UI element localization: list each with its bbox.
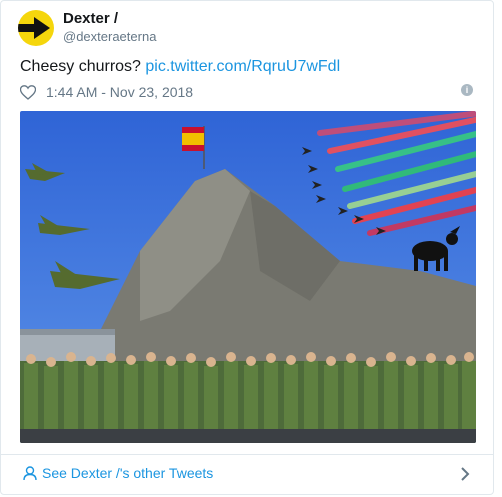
tweet-meta: 1:44 AM - Nov 23, 2018: [20, 83, 193, 101]
see-other-tweets-link[interactable]: See Dexter /'s other Tweets: [23, 465, 213, 481]
info-icon[interactable]: i: [461, 84, 473, 96]
tweet-image[interactable]: [20, 111, 476, 443]
chevron-right-icon[interactable]: [459, 465, 471, 483]
tweet-body: Cheesy churros?: [20, 58, 141, 75]
author-handle[interactable]: @dexteraeterna: [63, 29, 156, 44]
heart-icon[interactable]: [20, 84, 36, 100]
see-other-tweets-label[interactable]: See Dexter /'s other Tweets: [42, 465, 213, 481]
user-icon: [23, 465, 37, 480]
tweet-text: Cheesy churros? pic.twitter.com/RqruU7wF…: [20, 58, 340, 76]
avatar[interactable]: [18, 10, 54, 46]
tweet-footer: See Dexter /'s other Tweets: [1, 454, 493, 495]
tweet-media-link[interactable]: pic.twitter.com/RqruU7wFdl: [145, 58, 340, 75]
author-name[interactable]: Dexter /: [63, 10, 118, 27]
tweet-card: Dexter / @dexteraeterna Cheesy churros? …: [0, 0, 494, 495]
arrow-avatar-icon: [18, 17, 50, 39]
timestamp[interactable]: 1:44 AM - Nov 23, 2018: [46, 84, 193, 100]
